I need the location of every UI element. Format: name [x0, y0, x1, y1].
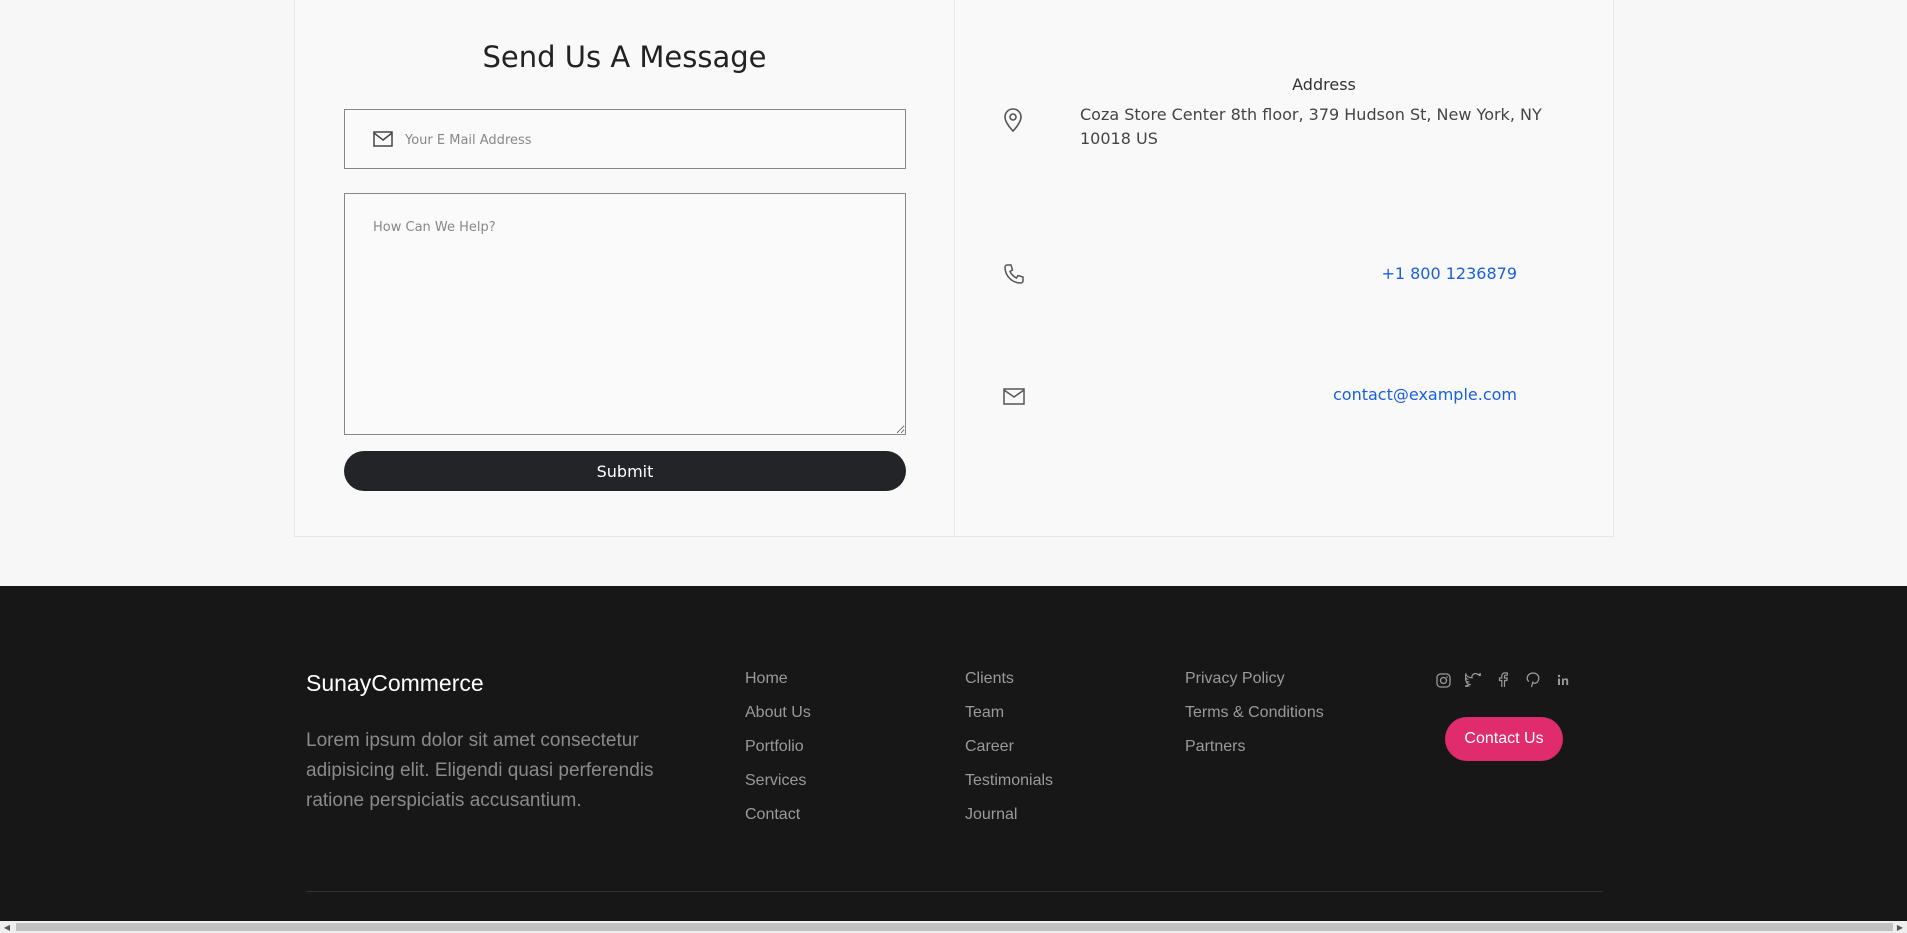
footer-link-portfolio[interactable]: Portfolio	[745, 738, 804, 755]
footer-link-testimonials[interactable]: Testimonials	[965, 772, 1053, 789]
footer-link-contact[interactable]: Contact	[745, 806, 800, 823]
message-form: Send Us A Message Submit	[295, 0, 955, 536]
footer-link-partners[interactable]: Partners	[1185, 738, 1245, 755]
footer-link-journal[interactable]: Journal	[965, 806, 1017, 823]
footer-about-text: Lorem ipsum dolor sit amet consectetur a…	[306, 730, 654, 811]
footer-links-company: Clients Team Career Testimonials Journal	[965, 668, 1053, 838]
pinterest-icon[interactable]	[1524, 671, 1542, 689]
message-field[interactable]	[345, 194, 905, 434]
mail-icon	[373, 131, 393, 151]
scrollbar-thumb[interactable]	[16, 923, 1893, 931]
mail-icon	[1003, 388, 1025, 409]
social-links	[1434, 671, 1572, 689]
email-link[interactable]: contact@example.com	[1333, 385, 1517, 404]
horizontal-scrollbar[interactable]: ◀ ▶	[0, 921, 1907, 933]
form-title: Send Us A Message	[482, 40, 767, 74]
contact-section: Send Us A Message Submit Address Coza St…	[294, 0, 1614, 537]
twitter-icon[interactable]	[1464, 671, 1482, 689]
footer-brand[interactable]: SunayCommerce	[306, 670, 484, 697]
phone-icon	[1003, 263, 1025, 289]
footer-link-team[interactable]: Team	[965, 704, 1004, 721]
message-field-wrapper[interactable]	[344, 193, 906, 435]
footer-link-about-us[interactable]: About Us	[745, 704, 811, 721]
footer-link-home[interactable]: Home	[745, 670, 788, 687]
footer-links-main: Home About Us Portfolio Services Contact	[745, 668, 811, 838]
footer-links-legal: Privacy Policy Terms & Conditions Partne…	[1185, 668, 1324, 770]
footer-link-career[interactable]: Career	[965, 738, 1014, 755]
footer-link-services[interactable]: Services	[745, 772, 806, 789]
contact-info: Address Coza Store Center 8th floor, 379…	[955, 0, 1613, 536]
site-footer: SunayCommerce Lorem ipsum dolor sit amet…	[0, 586, 1907, 921]
address-text: Coza Store Center 8th floor, 379 Hudson …	[1080, 105, 1542, 148]
phone-link[interactable]: +1 800 1236879	[1381, 264, 1517, 283]
facebook-icon[interactable]	[1494, 671, 1512, 689]
footer-divider	[306, 891, 1603, 892]
footer-link-clients[interactable]: Clients	[965, 670, 1014, 687]
submit-button[interactable]: Submit	[344, 451, 906, 491]
location-pin-icon	[1003, 108, 1023, 136]
footer-link-terms[interactable]: Terms & Conditions	[1185, 704, 1324, 721]
scroll-right-icon[interactable]: ▶	[1893, 921, 1907, 933]
email-field-wrapper[interactable]	[344, 109, 906, 170]
footer-link-privacy-policy[interactable]: Privacy Policy	[1185, 670, 1285, 687]
address-title: Address	[1292, 75, 1356, 94]
linkedin-icon[interactable]	[1554, 671, 1572, 689]
email-field[interactable]	[403, 110, 887, 170]
scroll-left-icon[interactable]: ◀	[0, 921, 14, 933]
instagram-icon[interactable]	[1434, 671, 1452, 689]
contact-us-button[interactable]: Contact Us	[1445, 717, 1563, 761]
